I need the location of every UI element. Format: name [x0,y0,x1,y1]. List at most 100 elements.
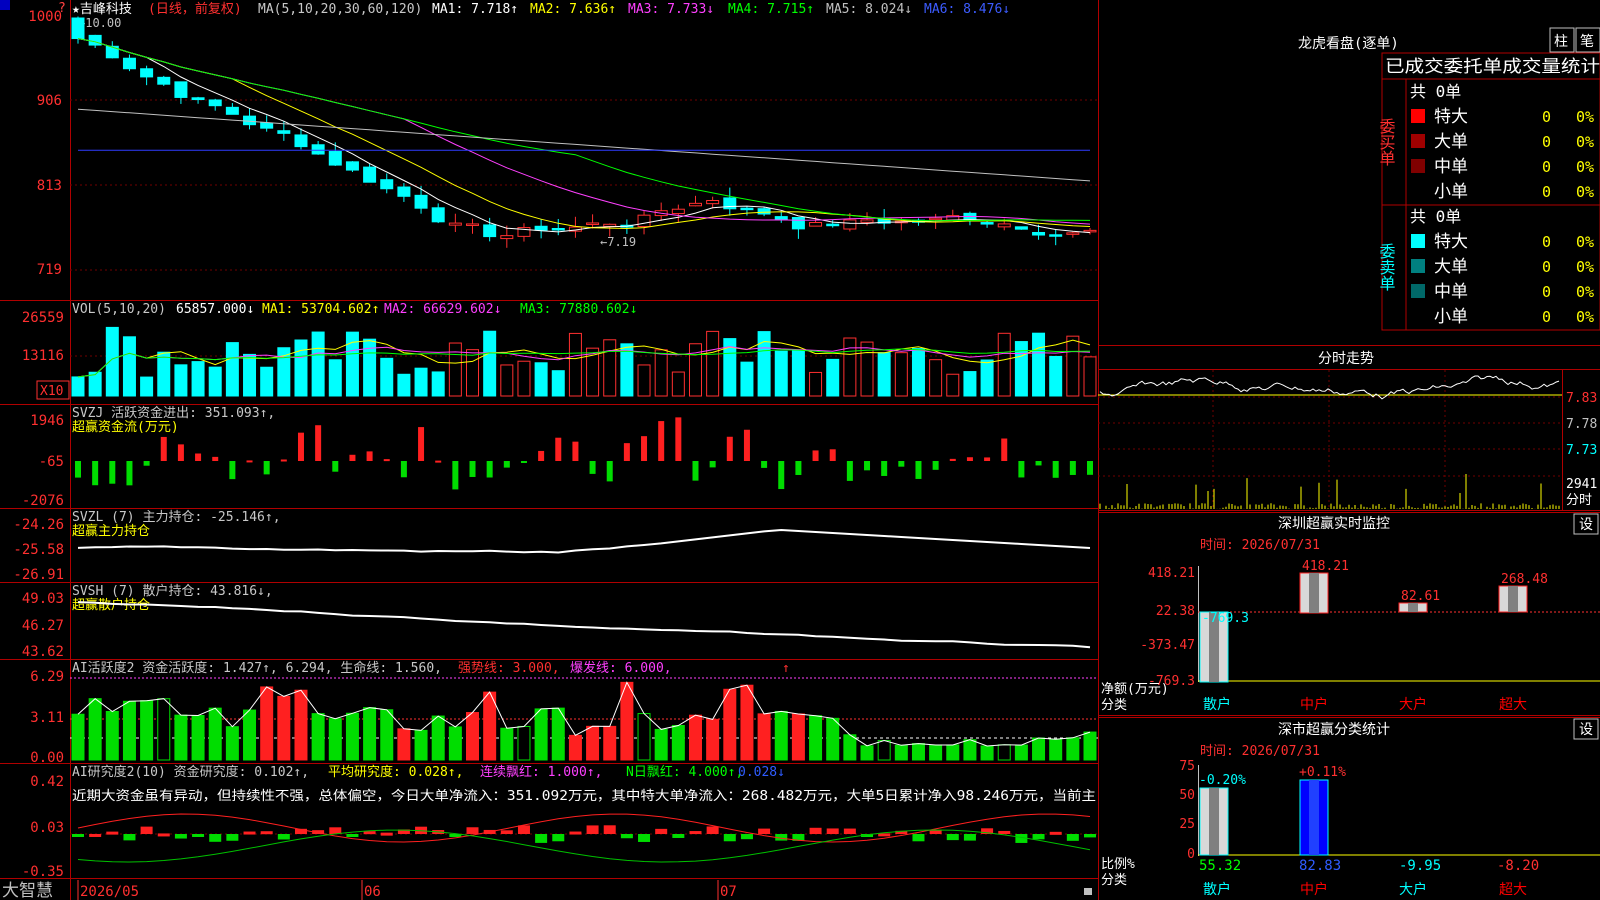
svzj-bar [1069,461,1076,475]
sz-monitor-title: 深圳超赢实时监控 [1278,515,1390,532]
sz-classify-tick: 75 [1179,759,1195,774]
stock-name[interactable]: ★吉峰科技 [72,2,132,17]
volume-bar [431,371,445,397]
price-panel: 1000 906 813 719 ? ★吉峰科技 (日线，前复权) MA(5,1… [0,0,1098,278]
sell-side-label: 委卖单 [1377,243,1396,291]
svzj-bar [709,461,716,468]
vol-unit-label: X10 [40,384,63,399]
ai-research-bar [826,828,839,834]
ai-activity-bar [122,700,136,761]
date-label: 2026/05 [80,884,139,900]
ai-research-bar [174,834,187,839]
vol-tick: 26559 [22,310,64,326]
candle-body [1066,232,1080,235]
candle-body [431,207,445,223]
vol-label: VOL(5,10,20) [72,302,166,317]
ai-research-bar [209,834,222,842]
order-size-name: 中单 [1434,282,1468,302]
candle-body [826,223,840,227]
order-size-name: 中单 [1434,157,1468,177]
ai-activity-bar [534,708,548,761]
candle-body [860,219,874,223]
svzj-bar [503,461,510,468]
sz-monitor-settings-label: 设 [1579,517,1593,533]
ai-activity-bar [294,689,308,761]
volume-panel: VOL(5,10,20) 65857.000↓ MA1: 53704.602↑ … [22,302,1098,400]
ai-activity-bar [328,718,342,761]
ma2-value: MA2: 7.636↑ [530,2,616,17]
sz-monitor-category: 散户 [1203,696,1231,713]
sz-classify-categories: 散户 中户 大户 超大 [1203,881,1527,898]
order-size-name: 小单 [1434,307,1468,327]
candle-body [688,202,702,207]
order-percent: 0% [1576,233,1594,251]
dragon-tabs-text[interactable]: 已成交委托单成交量统计 [1385,57,1600,77]
svzj-tick: -2076 [22,493,64,509]
ai-activity-bar [1032,737,1046,761]
volume-bar [963,371,977,397]
svzj-bar [92,461,99,486]
sz-classify-panel: 深市超赢分类统计 设 时间: 2026/07/31 75 50 25 0 -0.… [1101,718,1600,898]
sz-classify-axis-label2: 分类 [1101,873,1127,888]
svzj-bar [641,436,648,461]
sz-classify-axis-label: 比例% [1101,857,1135,872]
ai-activity-bar [911,743,925,761]
svzj-bar [984,457,991,461]
candle-body [208,99,222,107]
sz-monitor-bar-shade [1508,586,1518,612]
intraday-vol-tick: 2941 [1566,477,1597,492]
svzj-tick: -65 [39,454,64,470]
order-size-name: 大单 [1434,132,1468,152]
svzl-tick: -24.26 [13,517,64,533]
svzj-bar [1052,461,1059,478]
ai-activity-bar [997,744,1011,761]
period-label[interactable]: (日线，前复权) [148,1,242,17]
buy-side-label: 委买单 [1377,118,1396,166]
intraday-tick: 7.78 [1566,417,1597,432]
ai-activity-bar [414,729,428,761]
ma-header: ★吉峰科技 (日线，前复权) MA(5,10,20,30,60,120) MA1… [72,1,1010,17]
volume-bar [946,373,960,397]
svzj-tick: 1946 [30,413,64,429]
ai-research-bar [380,832,393,836]
ai-research-bar [912,834,925,842]
sz-monitor-axis-label2: 分类 [1101,698,1127,713]
ai-red-label: 连续飘红: 1.000↑, [480,764,602,780]
candle-body [843,219,857,230]
candle-body [225,106,239,115]
ai-research-bar [946,834,959,841]
svzj-bar [1001,438,1008,461]
ai-activity-bar [740,684,754,761]
candle-body [311,144,325,155]
svzj-bar [263,461,270,475]
svzj-bar [864,461,871,471]
volume-bar [483,330,497,397]
candle-body [603,223,617,227]
volume-bar [328,359,342,397]
volume-bar [980,359,994,397]
ai-research-bar [963,834,976,841]
order-count: 0 [1542,308,1551,326]
svzj-bar [743,429,750,461]
ai-activity-bar [397,728,411,761]
svsh-tick: 43.62 [22,644,64,660]
ai-research-bar [843,828,856,834]
order-percent: 0% [1576,258,1594,276]
brand-label[interactable]: 大智慧 [2,881,53,900]
ai-research-bar [758,828,771,834]
low-label: ←7.19 [600,235,636,249]
corner-mark[interactable]: ? [58,1,66,16]
sz-classify-value: -8.20 [1497,858,1539,874]
order-percent: 0% [1576,158,1594,176]
ai-activity-bar [500,727,514,761]
bar-mode-label: 柱 [1554,34,1568,50]
lock-icon[interactable] [1084,888,1092,895]
ai-activity-bar [688,714,702,761]
volume-bar [294,339,308,397]
volume-bar [208,366,222,397]
volume-bar [157,351,171,397]
vol-tick: 13116 [22,348,64,364]
svzj-bar [366,451,373,461]
volume-bar [534,362,548,397]
ai-activity-bar [174,714,188,761]
